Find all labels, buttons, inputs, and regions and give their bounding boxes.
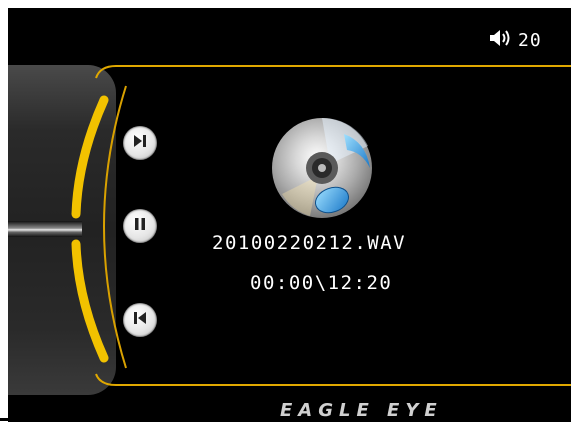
pause-button[interactable] — [123, 209, 157, 243]
frame-edge — [0, 418, 110, 421]
volume-indicator[interactable]: 20 — [488, 28, 542, 52]
player-screen: 20 20100220212.WAV 00:00\12:20 EAGLE EYE — [8, 8, 571, 422]
next-button[interactable] — [123, 126, 157, 160]
skip-next-icon — [131, 132, 149, 154]
track-filename: 20100220212.WAV — [212, 232, 407, 254]
track-time: 00:00\12:20 — [250, 272, 393, 294]
previous-button[interactable] — [123, 303, 157, 337]
brand-logo: EAGLE EYE — [280, 400, 443, 421]
music-disc-icon — [272, 117, 372, 218]
pause-icon — [131, 215, 149, 237]
skip-previous-icon — [131, 309, 149, 331]
speaker-icon — [488, 28, 512, 52]
volume-level: 20 — [518, 29, 542, 51]
